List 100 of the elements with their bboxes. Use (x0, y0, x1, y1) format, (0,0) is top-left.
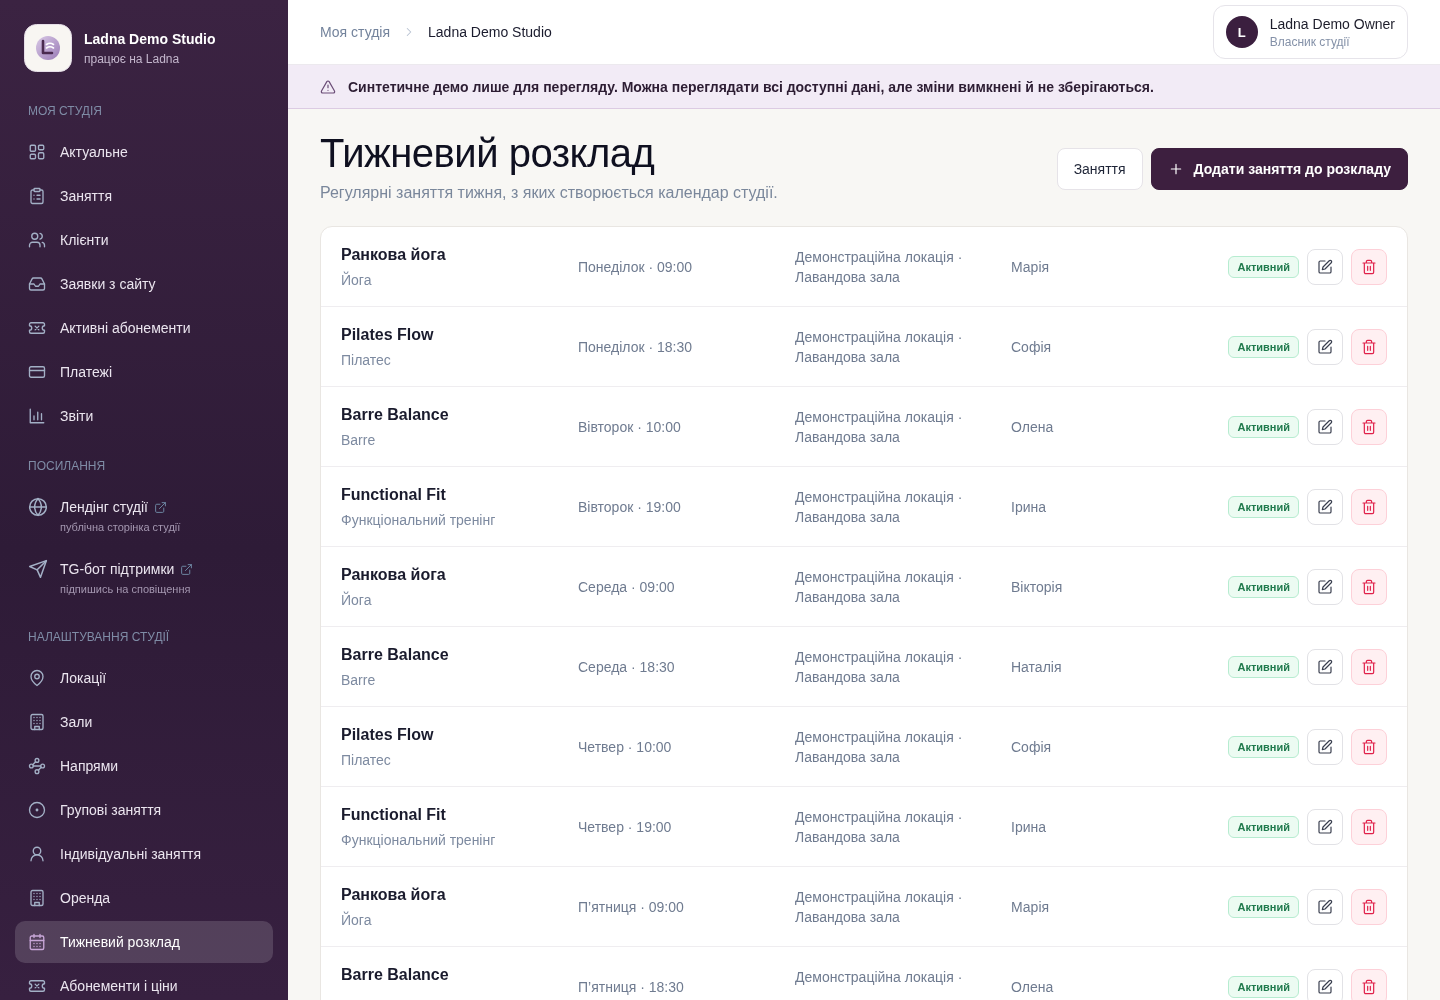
location-text: Демонстраційна локація · Лавандова зала (795, 248, 964, 287)
class-title: Ранкова йога (341, 565, 446, 585)
sidebar-item[interactable]: Заняття (15, 175, 273, 217)
dashboard-icon (28, 143, 46, 161)
instructor-name: Софія (1011, 738, 1052, 755)
status-badge: Активний (1228, 735, 1299, 758)
edit-icon (1317, 258, 1333, 275)
edit-button[interactable] (1307, 408, 1343, 445)
sidebar-item[interactable]: Індивідуальні заняття (15, 833, 273, 875)
edit-icon (1317, 978, 1333, 995)
location-text: Демонстраційна локація · (795, 968, 964, 987)
section-heading: ПОСИЛАННЯ (28, 458, 106, 474)
location-text: Демонстраційна локація · Лавандова зала (795, 568, 964, 607)
instructor-name: Наталія (1011, 658, 1062, 675)
edit-button[interactable] (1307, 728, 1343, 765)
sidebar-item[interactable]: Клієнти (15, 219, 273, 261)
edit-icon (1317, 578, 1333, 595)
edit-button[interactable] (1307, 968, 1343, 1000)
classes-button[interactable]: Заняття (1056, 148, 1143, 190)
class-title: Barre Balance (341, 645, 449, 665)
studio-name: Ladna Demo Studio (84, 30, 216, 49)
sidebar-item[interactable]: Тижневий розклад (15, 921, 273, 963)
trash-icon (1361, 978, 1377, 995)
delete-button[interactable] (1351, 648, 1387, 685)
delete-button[interactable] (1351, 888, 1387, 925)
sidebar-item[interactable]: Групові заняття (15, 789, 273, 831)
sidebar-item[interactable]: Зали (15, 701, 273, 743)
delete-button[interactable] (1351, 968, 1387, 1000)
edit-icon (1317, 738, 1333, 755)
location-text: Демонстраційна локація · Лавандова зала (795, 328, 964, 367)
schedule-time: Понеділок · 09:00 (578, 258, 693, 275)
delete-button[interactable] (1351, 328, 1387, 365)
warning-icon (320, 78, 336, 95)
instructor-name: Олена (1011, 978, 1054, 995)
location-text: Демонстраційна локація · Лавандова зала (795, 808, 964, 847)
location-text: Демонстраційна локація · Лавандова зала (795, 888, 964, 927)
sidebar-item[interactable]: Активні абонементи (15, 307, 273, 349)
edit-button[interactable] (1307, 568, 1343, 605)
edit-button[interactable] (1307, 248, 1343, 285)
section-heading: НАЛАШТУВАННЯ СТУДІЇ (28, 629, 170, 645)
sidebar-item[interactable]: Локації (15, 657, 273, 699)
sidebar-item[interactable]: Звіти (15, 395, 273, 437)
globe-icon (28, 497, 48, 517)
class-category: Пілатес (341, 351, 391, 370)
instructor-name: Вікторія (1011, 578, 1063, 595)
user-name: Ladna Demo Owner (1269, 14, 1395, 34)
user-role: Власник студії (1269, 33, 1351, 50)
user-card[interactable]: L Ladna Demo Owner Власник студії (1212, 5, 1408, 59)
instructor-name: Марія (1011, 258, 1050, 275)
delete-button[interactable] (1351, 248, 1387, 285)
sidebar-item[interactable]: Абонементи і ціни (15, 965, 273, 1000)
sidebar-link[interactable]: Лендінг студії публічна сторінка студії (15, 486, 273, 546)
sidebar-link[interactable]: TG-бот підтримки підпишись на сповіщення (15, 548, 273, 608)
schedule-time: Середа · 18:30 (578, 658, 675, 675)
status-badge: Активний (1228, 815, 1299, 838)
instructor-name: Ірина (1011, 818, 1046, 835)
class-title: Pilates Flow (341, 725, 434, 745)
trash-icon (1361, 818, 1377, 835)
instructor-name: Ірина (1011, 498, 1046, 515)
class-title: Ранкова йога (341, 245, 446, 265)
bar-chart-icon (28, 407, 46, 425)
edit-icon (1317, 338, 1333, 355)
users-icon (28, 231, 46, 249)
clipboard-icon (28, 187, 46, 205)
breadcrumb-link[interactable]: Моя студія (320, 22, 391, 42)
class-category: Йога (341, 590, 372, 610)
trash-icon (1361, 498, 1377, 515)
status-badge: Активний (1228, 495, 1299, 518)
status-badge: Активний (1228, 335, 1299, 358)
trash-icon (1361, 418, 1377, 435)
breadcrumb-current[interactable]: Ladna Demo Studio (428, 22, 552, 42)
schedule-time: Вівторок · 10:00 (578, 418, 681, 435)
class-category: Йога (341, 270, 372, 290)
delete-button[interactable] (1351, 728, 1387, 765)
schedule-time: Четвер · 10:00 (578, 738, 672, 755)
add-schedule-button[interactable]: Додати заняття до розкладу (1150, 148, 1408, 190)
delete-button[interactable] (1351, 488, 1387, 525)
edit-button[interactable] (1307, 648, 1343, 685)
sidebar-item[interactable]: Заявки з сайту (15, 263, 273, 305)
schedule-time: Четвер · 19:00 (578, 818, 672, 835)
edit-button[interactable] (1307, 488, 1343, 525)
location-text: Демонстраційна локація · Лавандова зала (795, 728, 964, 767)
page-subtitle: Регулярні заняття тижня, з яких створюється календар студії. (320, 183, 778, 203)
class-category: Пілатес (341, 751, 391, 770)
location-text: Демонстраційна локація · Лавандова зала (795, 648, 964, 687)
sidebar-item[interactable]: Платежі (15, 351, 273, 393)
edit-button[interactable] (1307, 808, 1343, 845)
status-badge: Активний (1228, 975, 1299, 998)
external-link-icon (154, 500, 167, 514)
section-heading: МОЯ СТУДІЯ (28, 103, 102, 119)
building-icon (28, 713, 46, 731)
sidebar-item[interactable]: Актуальне (15, 131, 273, 173)
sidebar-item[interactable]: Оренда (15, 877, 273, 919)
edit-button[interactable] (1307, 328, 1343, 365)
delete-button[interactable] (1351, 568, 1387, 605)
status-badge: Активний (1228, 575, 1299, 598)
sidebar-item[interactable]: Напрями (15, 745, 273, 787)
delete-button[interactable] (1351, 408, 1387, 445)
edit-button[interactable] (1307, 888, 1343, 925)
delete-button[interactable] (1351, 808, 1387, 845)
